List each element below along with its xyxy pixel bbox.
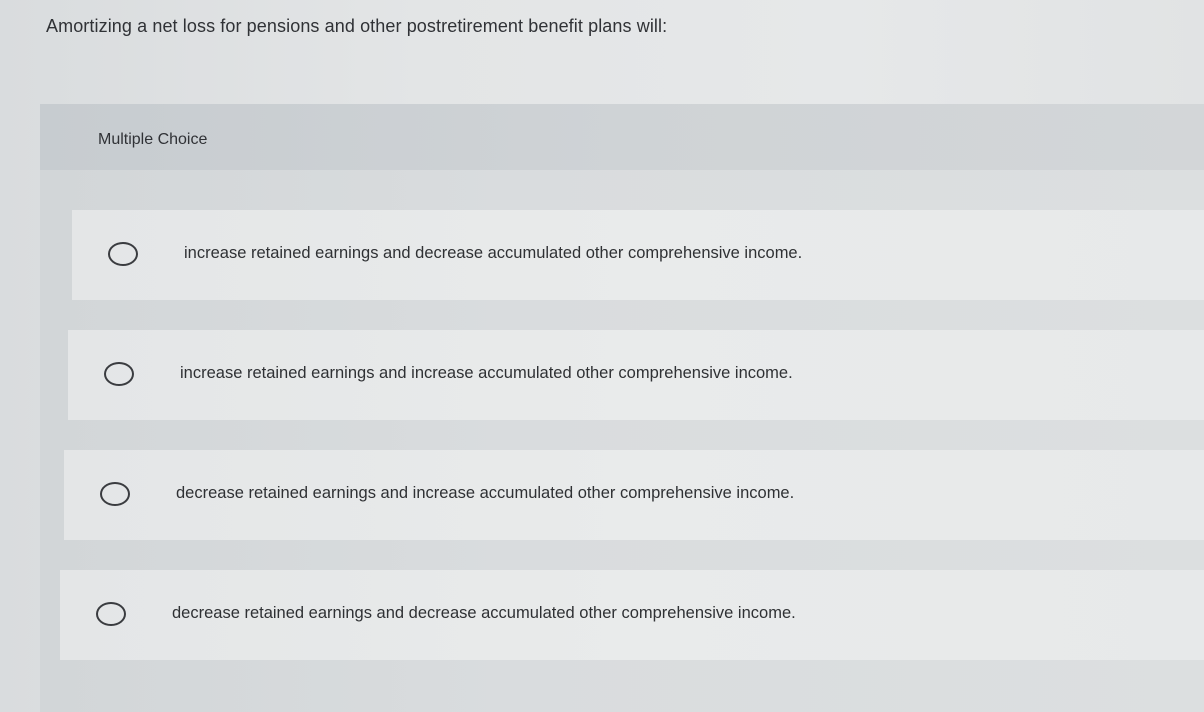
choice-label: increase retained earnings and decrease … — [184, 244, 803, 262]
question-type-label: Multiple Choice — [98, 131, 208, 148]
choice-option-4[interactable]: decrease retained earnings and decrease … — [60, 570, 1204, 660]
radio-button-icon[interactable] — [108, 242, 138, 266]
choice-label: decrease retained earnings and decrease … — [172, 604, 796, 622]
choice-label: decrease retained earnings and increase … — [176, 484, 795, 502]
radio-button-icon[interactable] — [96, 602, 126, 626]
question-text: Amortizing a net loss for pensions and o… — [46, 16, 668, 36]
radio-button-icon[interactable] — [104, 362, 134, 386]
panel-header: Multiple Choice — [40, 104, 1204, 170]
radio-button-icon[interactable] — [100, 482, 130, 506]
choice-option-1[interactable]: increase retained earnings and decrease … — [72, 210, 1204, 300]
choice-option-3[interactable]: decrease retained earnings and increase … — [64, 450, 1204, 540]
choice-option-2[interactable]: increase retained earnings and increase … — [68, 330, 1204, 420]
multiple-choice-panel: Multiple Choice increase retained earnin… — [40, 104, 1204, 712]
choice-label: increase retained earnings and increase … — [180, 364, 793, 382]
